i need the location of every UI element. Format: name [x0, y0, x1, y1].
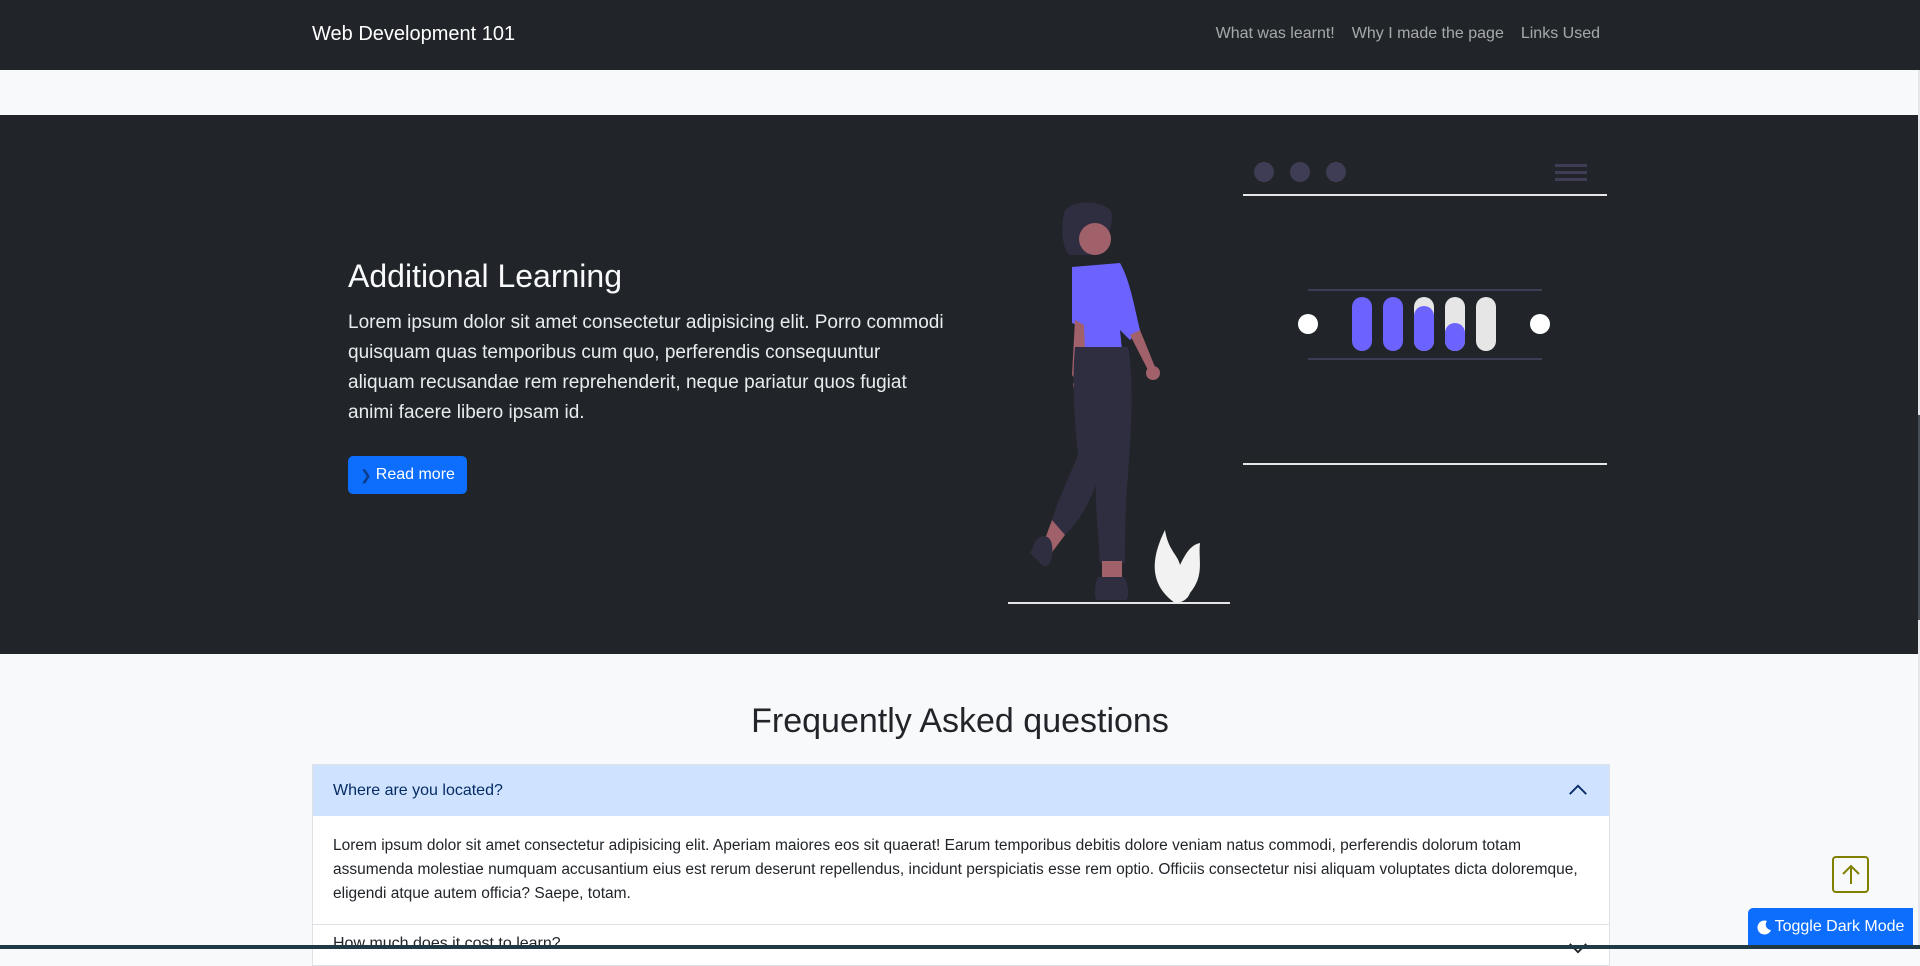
faq-question-text: Where are you located?: [333, 781, 503, 799]
faq-question-button[interactable]: Where are you located?: [313, 765, 1609, 816]
toggle-dark-mode-label: Toggle Dark Mode: [1774, 918, 1905, 935]
bottom-edge-bar: [0, 945, 1920, 949]
hero-illustration: [1008, 162, 1607, 604]
nav-link-links-used[interactable]: Links Used: [1521, 25, 1600, 43]
woman-figure: [1030, 202, 1160, 600]
arrow-up-icon: [1841, 864, 1860, 884]
slider-dot-right-icon: [1530, 314, 1550, 334]
level-bar-fill: [1414, 306, 1434, 351]
level-bar: [1476, 297, 1496, 351]
hero-title: Additional Learning: [348, 258, 622, 294]
faq-title: Frequently Asked questions: [751, 702, 1169, 740]
nav-link-why-made-page[interactable]: Why I made the page: [1352, 25, 1504, 43]
level-bar-fill: [1445, 323, 1465, 351]
read-more-button[interactable]: ❯ Read more: [348, 456, 467, 494]
moon-icon: [1757, 920, 1771, 935]
window-dot-icon: [1290, 162, 1310, 182]
nav-links: What was learnt! Why I made the page Lin…: [1216, 25, 1600, 43]
window-dot-icon: [1254, 162, 1274, 182]
plant-icon: [1154, 530, 1200, 603]
hamburger-menu-icon: [1555, 164, 1587, 181]
read-more-label: Read more: [375, 466, 455, 483]
slider-dot-left-icon: [1298, 314, 1318, 334]
level-bar: [1352, 297, 1372, 351]
hero-section: Additional Learning Lorem ipsum dolor si…: [0, 115, 1920, 654]
hero-text: Lorem ipsum dolor sit amet consectetur a…: [348, 312, 944, 423]
chevron-up-icon: [1569, 784, 1587, 795]
level-bar: [1383, 297, 1403, 351]
scroll-to-top-button[interactable]: [1832, 856, 1869, 893]
toggle-dark-mode-button[interactable]: Toggle Dark Mode: [1748, 908, 1913, 946]
nav-link-what-was-learnt[interactable]: What was learnt!: [1216, 25, 1335, 43]
faq-question-text: How much does it cost to learn?: [333, 935, 561, 952]
navbar: Web Development 101 What was learnt! Why…: [0, 0, 1920, 70]
navbar-brand[interactable]: Web Development 101: [312, 23, 515, 46]
chevron-right-icon: ❯: [360, 466, 372, 483]
window-dot-icon: [1326, 162, 1346, 182]
faq-accordion: Where are you located? Lorem ipsum dolor…: [312, 764, 1610, 966]
faq-answer-text: Lorem ipsum dolor sit amet consectetur a…: [333, 837, 1578, 902]
